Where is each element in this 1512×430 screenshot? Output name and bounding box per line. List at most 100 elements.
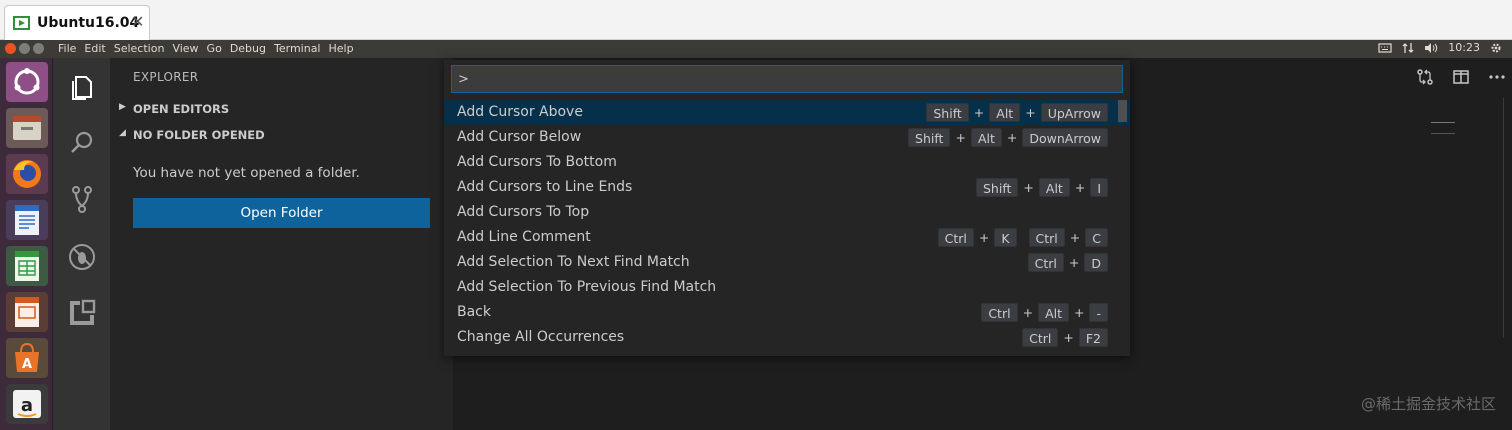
top-panel: File Edit Selection View Go Debug Termin… [0, 40, 1512, 58]
menu-debug[interactable]: Debug [230, 42, 266, 55]
command-label: Add Cursors To Bottom [457, 154, 617, 170]
menu-selection[interactable]: Selection [114, 42, 165, 55]
command-label: Add Cursors To Top [457, 204, 590, 220]
key-cap: C [1085, 228, 1108, 247]
search-icon[interactable] [67, 128, 97, 158]
minimize-window-button[interactable] [19, 43, 30, 54]
key-separator: + [978, 230, 990, 245]
debug-icon[interactable] [67, 242, 97, 272]
software-center-icon[interactable]: A [6, 338, 48, 378]
keybinding: Ctrl + F2 [1022, 328, 1108, 347]
command-item[interactable]: Add Cursors To Bottom [444, 150, 1130, 175]
no-folder-message: You have not yet opened a folder. [133, 165, 360, 181]
command-item[interactable]: Add Cursors to Line Ends Shift + Alt + I [444, 175, 1130, 200]
amazon-icon[interactable]: a [6, 384, 48, 424]
writer-icon[interactable] [6, 200, 48, 240]
key-separator: + [955, 130, 966, 145]
command-label: Add Selection To Previous Find Match [457, 279, 717, 295]
keybinding: Ctrl + Alt + - [981, 303, 1108, 322]
command-label: Add Cursor Above [457, 104, 583, 120]
source-control-icon[interactable] [67, 184, 97, 214]
menu-edit[interactable]: Edit [84, 42, 105, 55]
ubuntu-dash-icon[interactable] [6, 62, 48, 102]
desktop-screen: Ubuntu16.04 ✕ File Edit Selection View G… [0, 0, 1512, 430]
explorer-icon[interactable] [67, 72, 97, 102]
launcher: A a [0, 58, 53, 430]
vm-tab[interactable]: Ubuntu16.04 ✕ [4, 5, 150, 40]
more-actions-icon[interactable] [1488, 68, 1506, 86]
section-label: OPEN EDITORS [133, 102, 230, 116]
svg-text:a: a [21, 395, 33, 416]
clock[interactable]: 10:23 [1448, 41, 1480, 54]
menu-file[interactable]: File [58, 42, 76, 55]
key-cap: F2 [1078, 328, 1108, 347]
key-separator: + [1069, 230, 1081, 245]
key-cap: Shift [908, 128, 951, 147]
close-tab-icon[interactable]: ✕ [131, 12, 144, 31]
command-palette-input[interactable] [451, 65, 1123, 93]
command-list: Add Cursor Above Shift + Alt + UpArrow Add Cur… [444, 100, 1130, 350]
calc-icon[interactable] [6, 246, 48, 286]
key-separator: + [1006, 130, 1018, 145]
maximize-window-button[interactable] [33, 43, 44, 54]
chevron-down-icon: ◢ [119, 128, 126, 138]
open-folder-button[interactable]: Open Folder [133, 198, 430, 228]
palette-scrollbar[interactable] [1118, 100, 1127, 122]
extensions-icon[interactable] [67, 298, 97, 328]
command-item[interactable]: Add Cursors To Top [444, 200, 1130, 225]
command-item[interactable]: Change All Occurrences Ctrl + F2 [444, 325, 1130, 350]
key-cap: DownArrow [1022, 128, 1108, 147]
host-tab-bar: Ubuntu16.04 ✕ [0, 0, 1512, 40]
activity-bar [53, 58, 110, 430]
open-editors-section[interactable]: ▶ OPEN EDITORS [110, 98, 453, 120]
command-item[interactable]: Add Line Comment Ctrl + K Ctrl + C [444, 225, 1130, 250]
minimap [1431, 122, 1455, 134]
keybinding: Shift + Alt + UpArrow [926, 103, 1108, 122]
explorer-title: EXPLORER [133, 70, 199, 84]
impress-icon[interactable] [6, 292, 48, 332]
no-folder-section[interactable]: ◢ NO FOLDER OPENED [110, 124, 453, 146]
network-icon[interactable] [1402, 42, 1414, 54]
virtual-machine-icon [13, 16, 30, 30]
split-editor-icon[interactable] [1452, 68, 1470, 86]
command-label: Add Line Comment [457, 229, 591, 245]
key-separator: + [1025, 105, 1036, 120]
command-label: Add Cursor Below [457, 129, 582, 145]
key-separator: + [1068, 255, 1080, 270]
key-cap: UpArrow [1040, 103, 1108, 122]
menu-go[interactable]: Go [207, 42, 222, 55]
key-cap: K [994, 228, 1017, 247]
command-item[interactable]: Add Cursor Below Shift + Alt + DownArrow [444, 125, 1130, 150]
firefox-icon[interactable] [6, 154, 48, 194]
menu-help[interactable]: Help [329, 42, 354, 55]
command-item[interactable]: Back Ctrl + Alt + - [444, 300, 1130, 325]
command-item[interactable]: Add Cursor Above Shift + Alt + UpArrow [444, 100, 1130, 125]
command-item[interactable]: Add Selection To Previous Find Match [444, 275, 1130, 300]
volume-icon[interactable] [1424, 42, 1438, 54]
keyboard-icon[interactable] [1378, 42, 1392, 54]
close-window-button[interactable] [5, 43, 16, 54]
open-changes-icon[interactable] [1416, 68, 1434, 86]
key-cap: Shift [975, 178, 1019, 197]
key-cap: Alt [1038, 178, 1070, 197]
key-separator: + [1063, 330, 1074, 345]
section-label: NO FOLDER OPENED [133, 128, 265, 142]
command-item[interactable]: Add Selection To Next Find Match Ctrl + D [444, 250, 1130, 275]
menu-bar: File Edit Selection View Go Debug Termin… [58, 42, 354, 55]
key-cap: Shift [926, 103, 969, 122]
key-cap: I [1090, 178, 1108, 197]
settings-gear-icon[interactable] [1490, 42, 1502, 54]
system-indicators: 10:23 [1378, 41, 1502, 54]
key-cap: Ctrl [937, 228, 974, 247]
keybinding: Shift + Alt + DownArrow [908, 128, 1108, 147]
key-separator: + [1023, 180, 1034, 195]
menu-terminal[interactable]: Terminal [274, 42, 321, 55]
key-cap: D [1084, 253, 1108, 272]
key-cap: - [1089, 303, 1108, 322]
menu-view[interactable]: View [172, 42, 198, 55]
command-label: Back [457, 304, 491, 320]
keybinding: Shift + Alt + I [975, 178, 1108, 197]
files-icon[interactable] [6, 108, 48, 148]
key-separator: + [973, 105, 985, 120]
command-label: Add Cursors to Line Ends [457, 179, 633, 195]
